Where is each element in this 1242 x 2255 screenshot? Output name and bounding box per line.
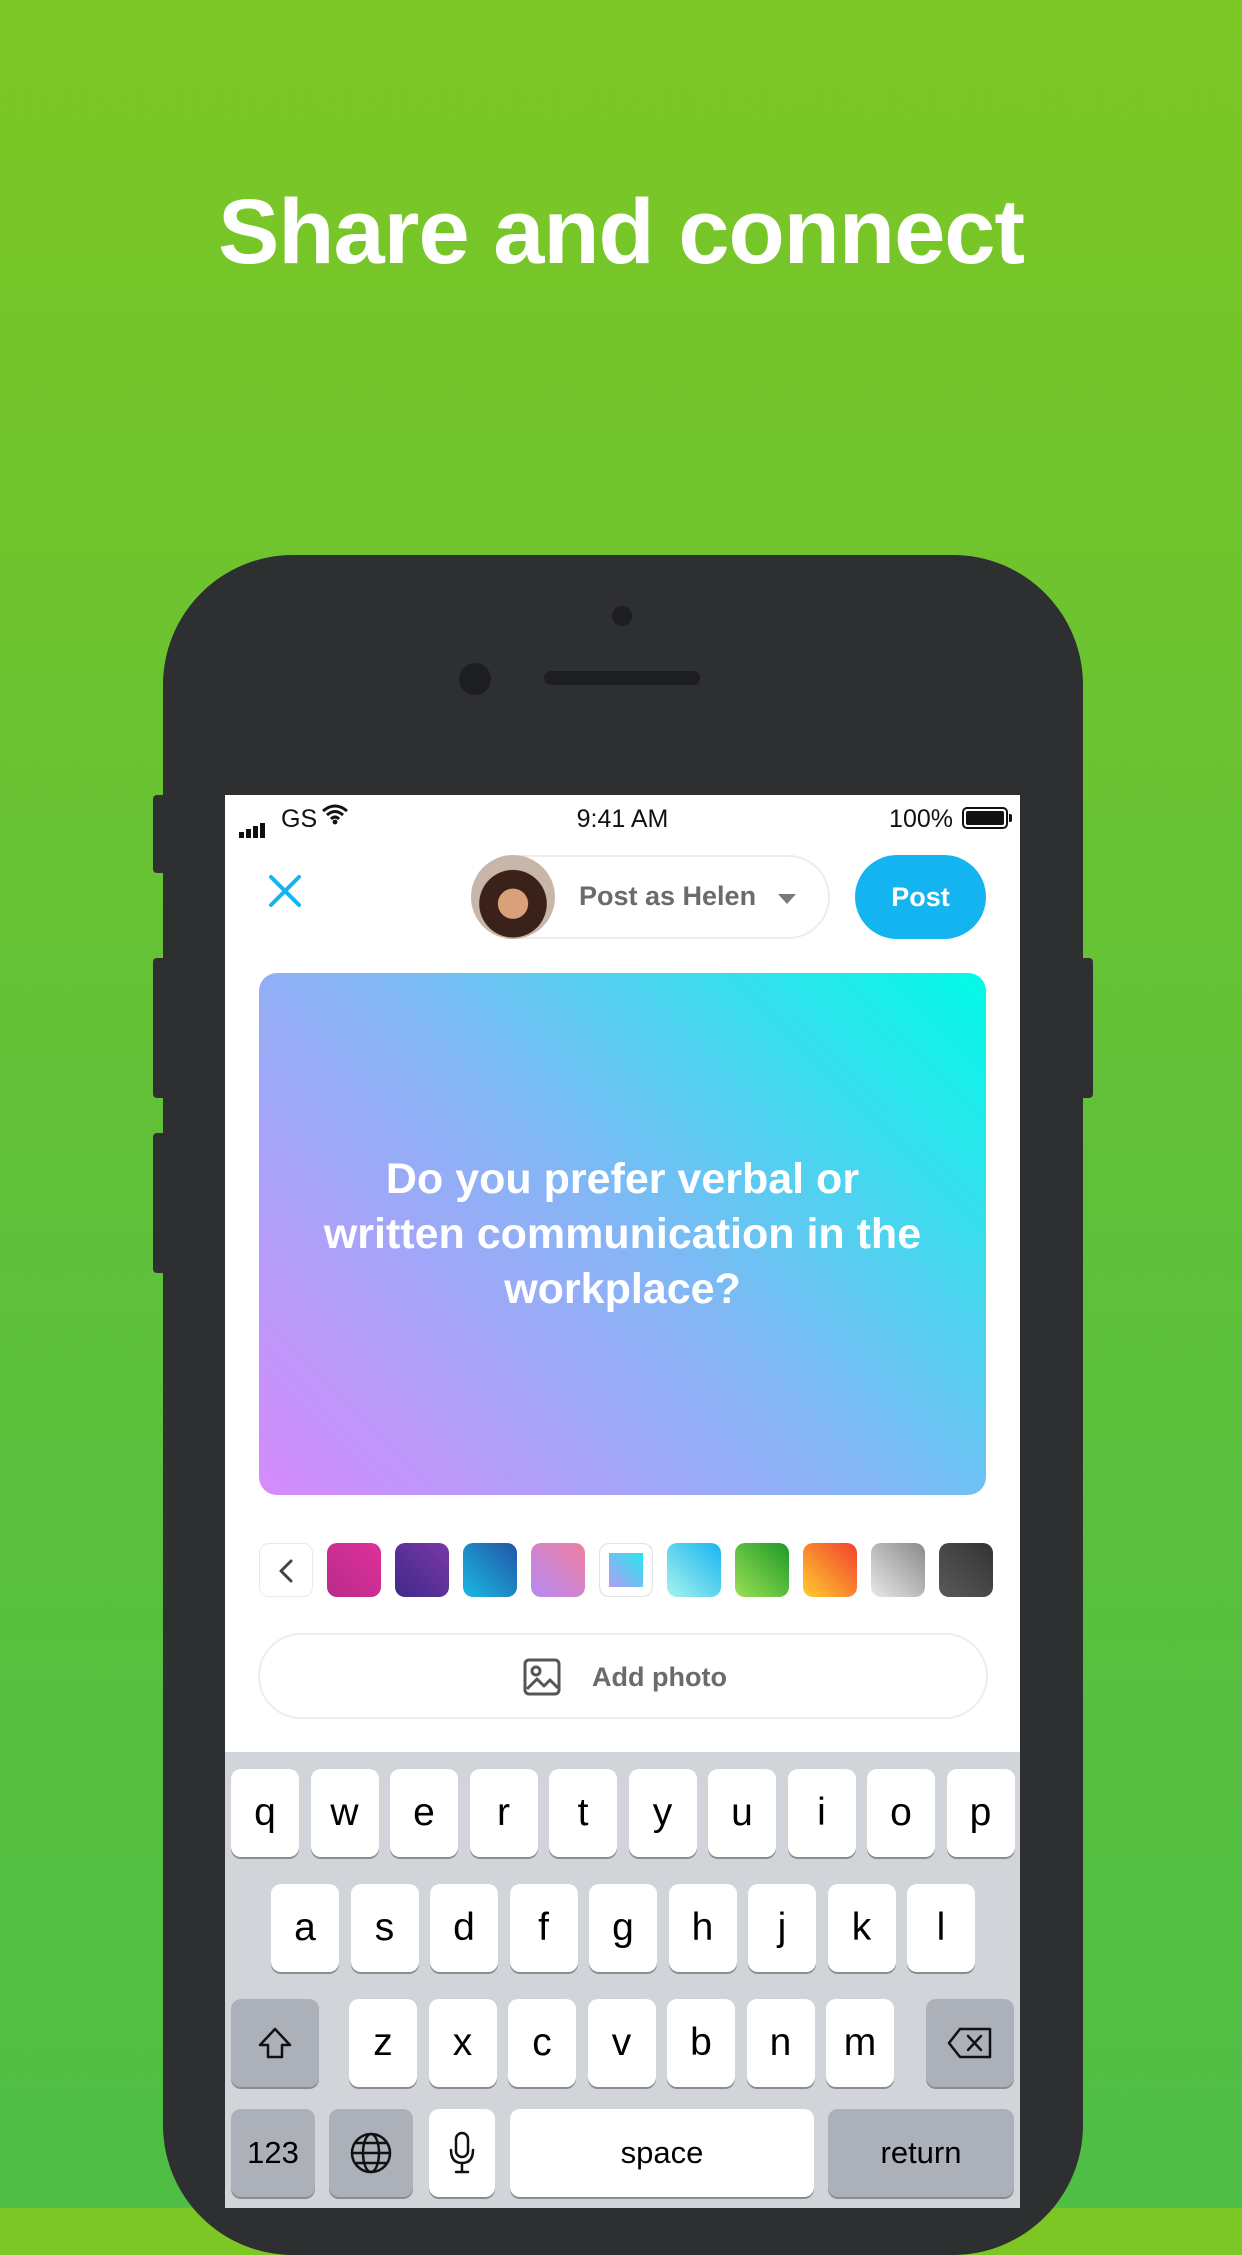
key-f[interactable]: f (509, 1884, 578, 1972)
post-button[interactable]: Post (855, 855, 986, 939)
post-as-label: Post as Helen (579, 881, 757, 911)
caret-down-icon (778, 894, 796, 904)
key-j[interactable]: j (748, 1884, 816, 1972)
swatch-ocean[interactable] (463, 1543, 517, 1597)
key-k[interactable]: k (827, 1884, 896, 1972)
key-w[interactable]: w (310, 1769, 379, 1857)
key-v[interactable]: v (587, 1999, 656, 2087)
key-c[interactable]: c (508, 1999, 576, 2087)
swatch-magenta[interactable] (327, 1543, 381, 1597)
key-u[interactable]: u (708, 1769, 776, 1857)
key-p[interactable]: p (946, 1769, 1015, 1857)
key-o[interactable]: o (867, 1769, 935, 1857)
key-m[interactable]: m (826, 1999, 894, 2087)
microphone-icon (449, 2131, 475, 2174)
avatar (471, 855, 555, 939)
swatch-lilac-pink[interactable] (531, 1543, 585, 1597)
swatch-green[interactable] (735, 1543, 789, 1597)
key-e[interactable]: e (390, 1769, 458, 1857)
key-r[interactable]: r (469, 1769, 538, 1857)
shift-icon (258, 2027, 292, 2059)
swatch-lilac-cyan[interactable] (599, 1543, 653, 1597)
image-icon (522, 1657, 562, 1702)
delete-key[interactable] (926, 1999, 1014, 2087)
battery-percent: 100% (889, 805, 953, 833)
close-icon[interactable] (261, 867, 309, 915)
swatch-aqua[interactable] (667, 1543, 721, 1597)
return-key[interactable]: return (828, 2109, 1014, 2197)
battery-icon (962, 807, 1012, 829)
microphone-key[interactable] (429, 2109, 495, 2197)
question-text: Do you prefer verbal or written communic… (323, 1154, 922, 1313)
key-i[interactable]: i (787, 1769, 856, 1857)
key-y[interactable]: y (628, 1769, 697, 1857)
key-g[interactable]: g (589, 1884, 657, 1972)
add-photo-label: Add photo (592, 1662, 727, 1692)
key-l[interactable]: l (907, 1884, 975, 1972)
space-key[interactable]: space (510, 2109, 814, 2197)
shift-key[interactable] (231, 1999, 319, 2087)
key-s[interactable]: s (350, 1884, 419, 1972)
key-b[interactable]: b (667, 1999, 735, 2087)
add-photo-button[interactable]: Add photo (258, 1633, 988, 1719)
earpiece-speaker (544, 671, 700, 685)
swatch-back-button[interactable] (259, 1543, 313, 1597)
key-h[interactable]: h (668, 1884, 737, 1972)
keyboard: q w e r t y u i o p a s d f g h j k l z x c v b n m 123 space return (225, 1752, 1020, 2208)
status-bar: GS 9:41 AM 100% (225, 795, 1020, 839)
key-x[interactable]: x (428, 1999, 497, 2087)
swatch-silver[interactable] (871, 1543, 925, 1597)
key-n[interactable]: n (746, 1999, 815, 2087)
chevron-left-icon (279, 1559, 293, 1583)
background-swatch-row (259, 1543, 993, 1599)
numbers-key[interactable]: 123 (231, 2109, 315, 2197)
proximity-sensor (459, 663, 491, 695)
key-q[interactable]: q (231, 1769, 299, 1857)
key-z[interactable]: z (349, 1999, 417, 2087)
swatch-orange[interactable] (803, 1543, 857, 1597)
question-card[interactable]: Do you prefer verbal or written communic… (259, 973, 986, 1495)
backspace-icon (947, 2027, 992, 2059)
key-a[interactable]: a (271, 1884, 339, 1972)
globe-icon (350, 2132, 392, 2174)
headline: Share and connect (217, 181, 1025, 283)
key-t[interactable]: t (549, 1769, 617, 1857)
globe-key[interactable] (329, 2109, 413, 2197)
phone-screen: GS 9:41 AM 100% Post as Helen Post Do yo… (225, 795, 1020, 2208)
front-camera (612, 606, 632, 626)
key-d[interactable]: d (430, 1884, 498, 1972)
swatch-purple[interactable] (395, 1543, 449, 1597)
swatch-charcoal[interactable] (939, 1543, 993, 1597)
